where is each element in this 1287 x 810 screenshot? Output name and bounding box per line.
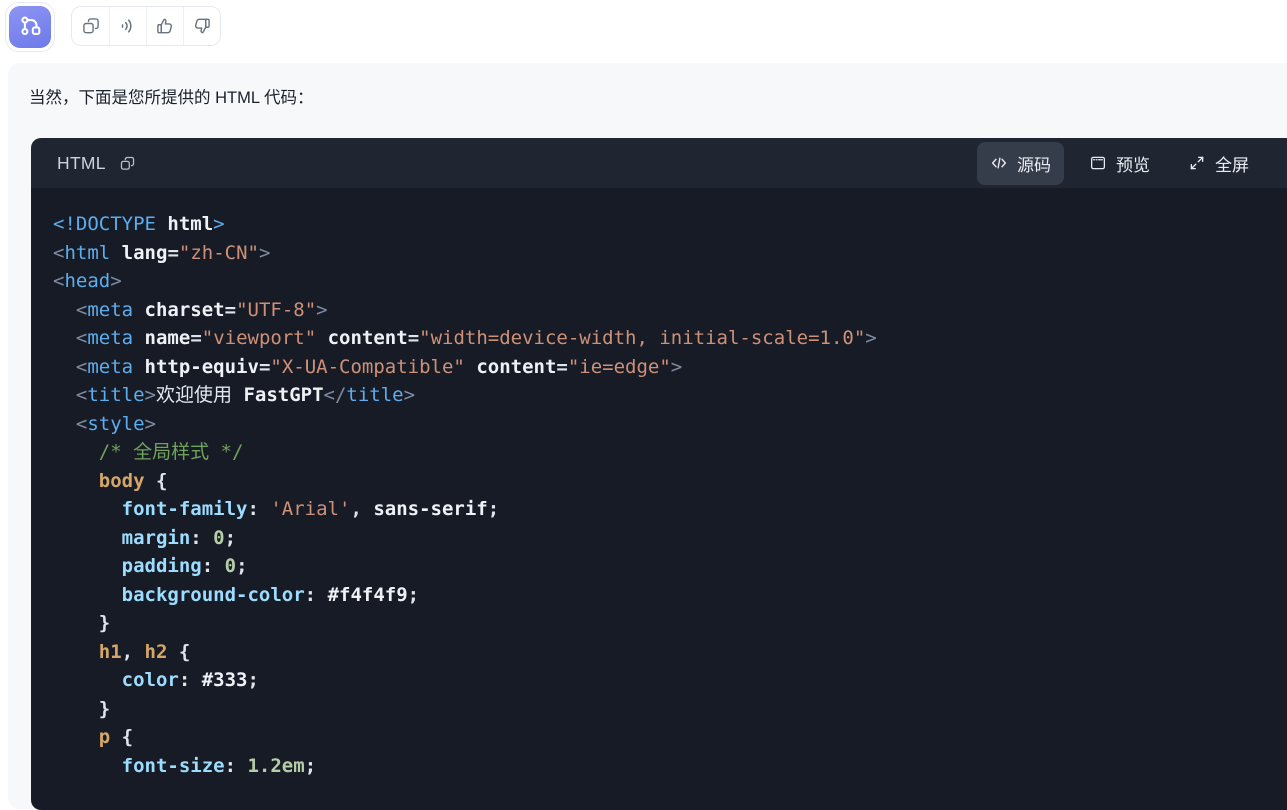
code-line: <title>欢迎使用 FastGPT</title> [53,384,416,406]
message-actions-toolbar [71,6,221,46]
code-line: <meta name="viewport" content="width=dev… [53,327,877,349]
workflow-icon [21,16,41,36]
assistant-message-bubble: 当然，下面是您所提供的 HTML 代码： HTML 源码 预览 全屏 <!DOC… [8,63,1287,810]
preview-button[interactable]: 预览 [1076,142,1163,185]
code-line: margin: 0; [53,526,237,549]
code-line: <head> [53,270,122,292]
code-icon [991,157,1007,169]
thumbs-up-button[interactable] [146,7,183,45]
copy-icon [82,18,99,34]
fullscreen-label: 全屏 [1215,155,1249,175]
thumbs-down-button[interactable] [183,7,220,45]
read-aloud-button[interactable] [109,7,146,45]
code-line: font-family: 'Arial', sans-serif; [53,498,500,520]
code-language-label: HTML [57,152,106,173]
avatar-tile [9,6,51,48]
thumbs-up-icon [157,18,172,34]
code-line: font-size: 1.2em; [53,754,317,777]
preview-label: 预览 [1116,155,1150,175]
view-source-button[interactable]: 源码 [977,141,1064,185]
fullscreen-button[interactable]: 全屏 [1175,142,1262,185]
copy-code-button[interactable] [119,155,136,172]
code-line: } [53,697,111,720]
code-line: /* 全局样式 */ [53,441,244,463]
thumbs-down-icon [195,18,210,34]
code-line: <style> [53,412,156,435]
code-line: p { [53,726,134,748]
code-content[interactable]: <!DOCTYPE html> <html lang="zh-CN"> <head>… [31,188,1287,810]
code-line: <html lang="zh-CN"> [53,241,271,264]
code-line: padding: 0; [53,555,248,577]
expand-icon [1190,156,1204,170]
voice-icon [121,19,132,33]
code-line: color: #333; [53,669,259,691]
code-line: <!DOCTYPE html> [53,213,225,235]
copy-message-button[interactable] [72,7,109,45]
code-line: h1, h2 { [53,640,191,663]
view-source-label: 源码 [1017,155,1051,175]
code-block: HTML 源码 预览 全屏 <!DOCTYPE html> <html lang… [31,138,1287,810]
copy-icon [120,156,135,170]
code-line: } [53,612,111,634]
message-text: 当然，下面是您所提供的 HTML 代码： [29,89,314,107]
code-line: <meta http-equiv="X-UA-Compatible" conte… [53,355,683,378]
code-block-header: HTML 源码 预览 全屏 [31,138,1287,188]
code-line: background-color: #f4f4f9; [53,583,420,606]
assistant-avatar [5,2,55,52]
code-line: body { [53,469,168,492]
code-line: <meta charset="UTF-8"> [53,298,328,321]
window-icon [1090,156,1106,170]
